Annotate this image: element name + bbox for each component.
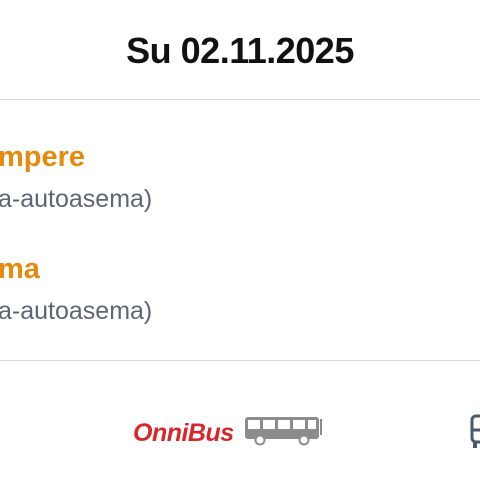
departure-stop-station: a-autoasema) [0,185,153,213]
section-divider [0,360,480,361]
date-header: Su 02.11.2025 [0,0,480,100]
operator-logo: OnniBus [133,418,234,447]
arrival-stop-name: ma [0,253,40,285]
bus-front-icon [470,414,480,455]
bus-icon [244,415,324,452]
arrival-stop-station: a-autoasema) [0,297,153,325]
departure-stop-name: mpere [0,141,86,173]
operator-info: OnniBus [133,413,324,453]
trip-date: Su 02.11.2025 [126,30,354,71]
